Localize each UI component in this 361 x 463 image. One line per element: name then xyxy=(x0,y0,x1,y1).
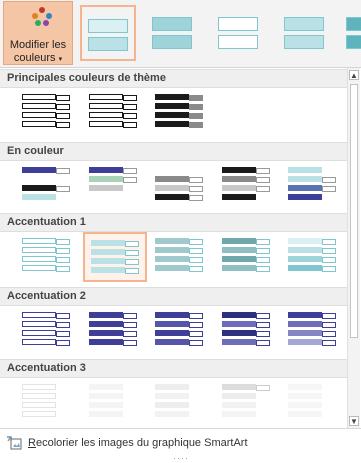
color-option-colorful-5[interactable] xyxy=(284,163,344,209)
gallery-footer: Recolorier les images du graphique Smart… xyxy=(0,428,361,463)
color-option-accent3-3[interactable] xyxy=(151,380,211,426)
ribbon-color-style-5[interactable] xyxy=(340,5,361,61)
color-option-accent1-5[interactable] xyxy=(284,234,344,280)
smartart-ribbon: Modifier les couleurs ▾ xyxy=(0,0,361,68)
color-option-accent2-3[interactable] xyxy=(151,308,211,354)
ribbon-color-style-4[interactable] xyxy=(278,5,334,61)
section-header-accent3: Accentuation 3 xyxy=(0,359,347,378)
palette-icon xyxy=(32,7,52,27)
change-colors-button[interactable]: Modifier les couleurs ▾ xyxy=(3,1,73,65)
ribbon-color-style-1[interactable] xyxy=(80,5,136,61)
recolor-smartart-images-label: Recolorier les images du graphique Smart… xyxy=(28,437,248,449)
resize-grip[interactable]: ···· xyxy=(173,453,189,463)
color-option-colorful-1[interactable] xyxy=(18,163,78,209)
color-option-accent2-2[interactable] xyxy=(85,308,145,354)
recolor-image-icon xyxy=(7,436,22,450)
color-option-accent1-1[interactable] xyxy=(18,234,78,280)
scrollbar-thumb[interactable] xyxy=(350,84,358,338)
ribbon-color-style-2[interactable] xyxy=(146,5,202,61)
color-option-accent3-2[interactable] xyxy=(85,380,145,426)
section-header-theme: Principales couleurs de thème xyxy=(0,69,347,88)
color-option-accent1-3[interactable] xyxy=(151,234,211,280)
color-option-colorful-2[interactable] xyxy=(85,163,145,209)
scroll-down-arrow-icon[interactable]: ▼ xyxy=(349,416,359,426)
color-option-theme-2[interactable] xyxy=(85,90,145,136)
change-colors-label: Modifier les couleurs ▾ xyxy=(9,39,67,64)
color-option-accent1-2-selected[interactable] xyxy=(83,232,147,282)
chevron-down-icon: ▾ xyxy=(58,56,63,63)
color-option-accent3-4[interactable] xyxy=(218,380,278,426)
color-option-accent2-5[interactable] xyxy=(284,308,344,354)
ribbon-color-style-3[interactable] xyxy=(212,5,268,61)
color-option-colorful-3[interactable] xyxy=(151,163,211,209)
color-option-accent3-1[interactable] xyxy=(18,380,78,426)
color-option-theme-3[interactable] xyxy=(151,90,211,136)
color-option-accent2-4[interactable] xyxy=(218,308,278,354)
color-option-colorful-4[interactable] xyxy=(218,163,278,209)
color-option-theme-1[interactable] xyxy=(18,90,78,136)
section-header-colorful: En couleur xyxy=(0,142,347,161)
section-header-accent1: Accentuation 1 xyxy=(0,213,347,232)
section-header-accent2: Accentuation 2 xyxy=(0,287,347,306)
scroll-up-arrow-icon[interactable]: ▲ xyxy=(349,70,359,80)
color-option-accent1-4[interactable] xyxy=(218,234,278,280)
color-option-accent3-5[interactable] xyxy=(284,380,344,426)
color-option-accent2-1[interactable] xyxy=(18,308,78,354)
color-gallery: Principales couleurs de thème En couleur xyxy=(0,68,347,428)
gallery-scrollbar[interactable]: ▲ ▼ xyxy=(347,68,360,428)
